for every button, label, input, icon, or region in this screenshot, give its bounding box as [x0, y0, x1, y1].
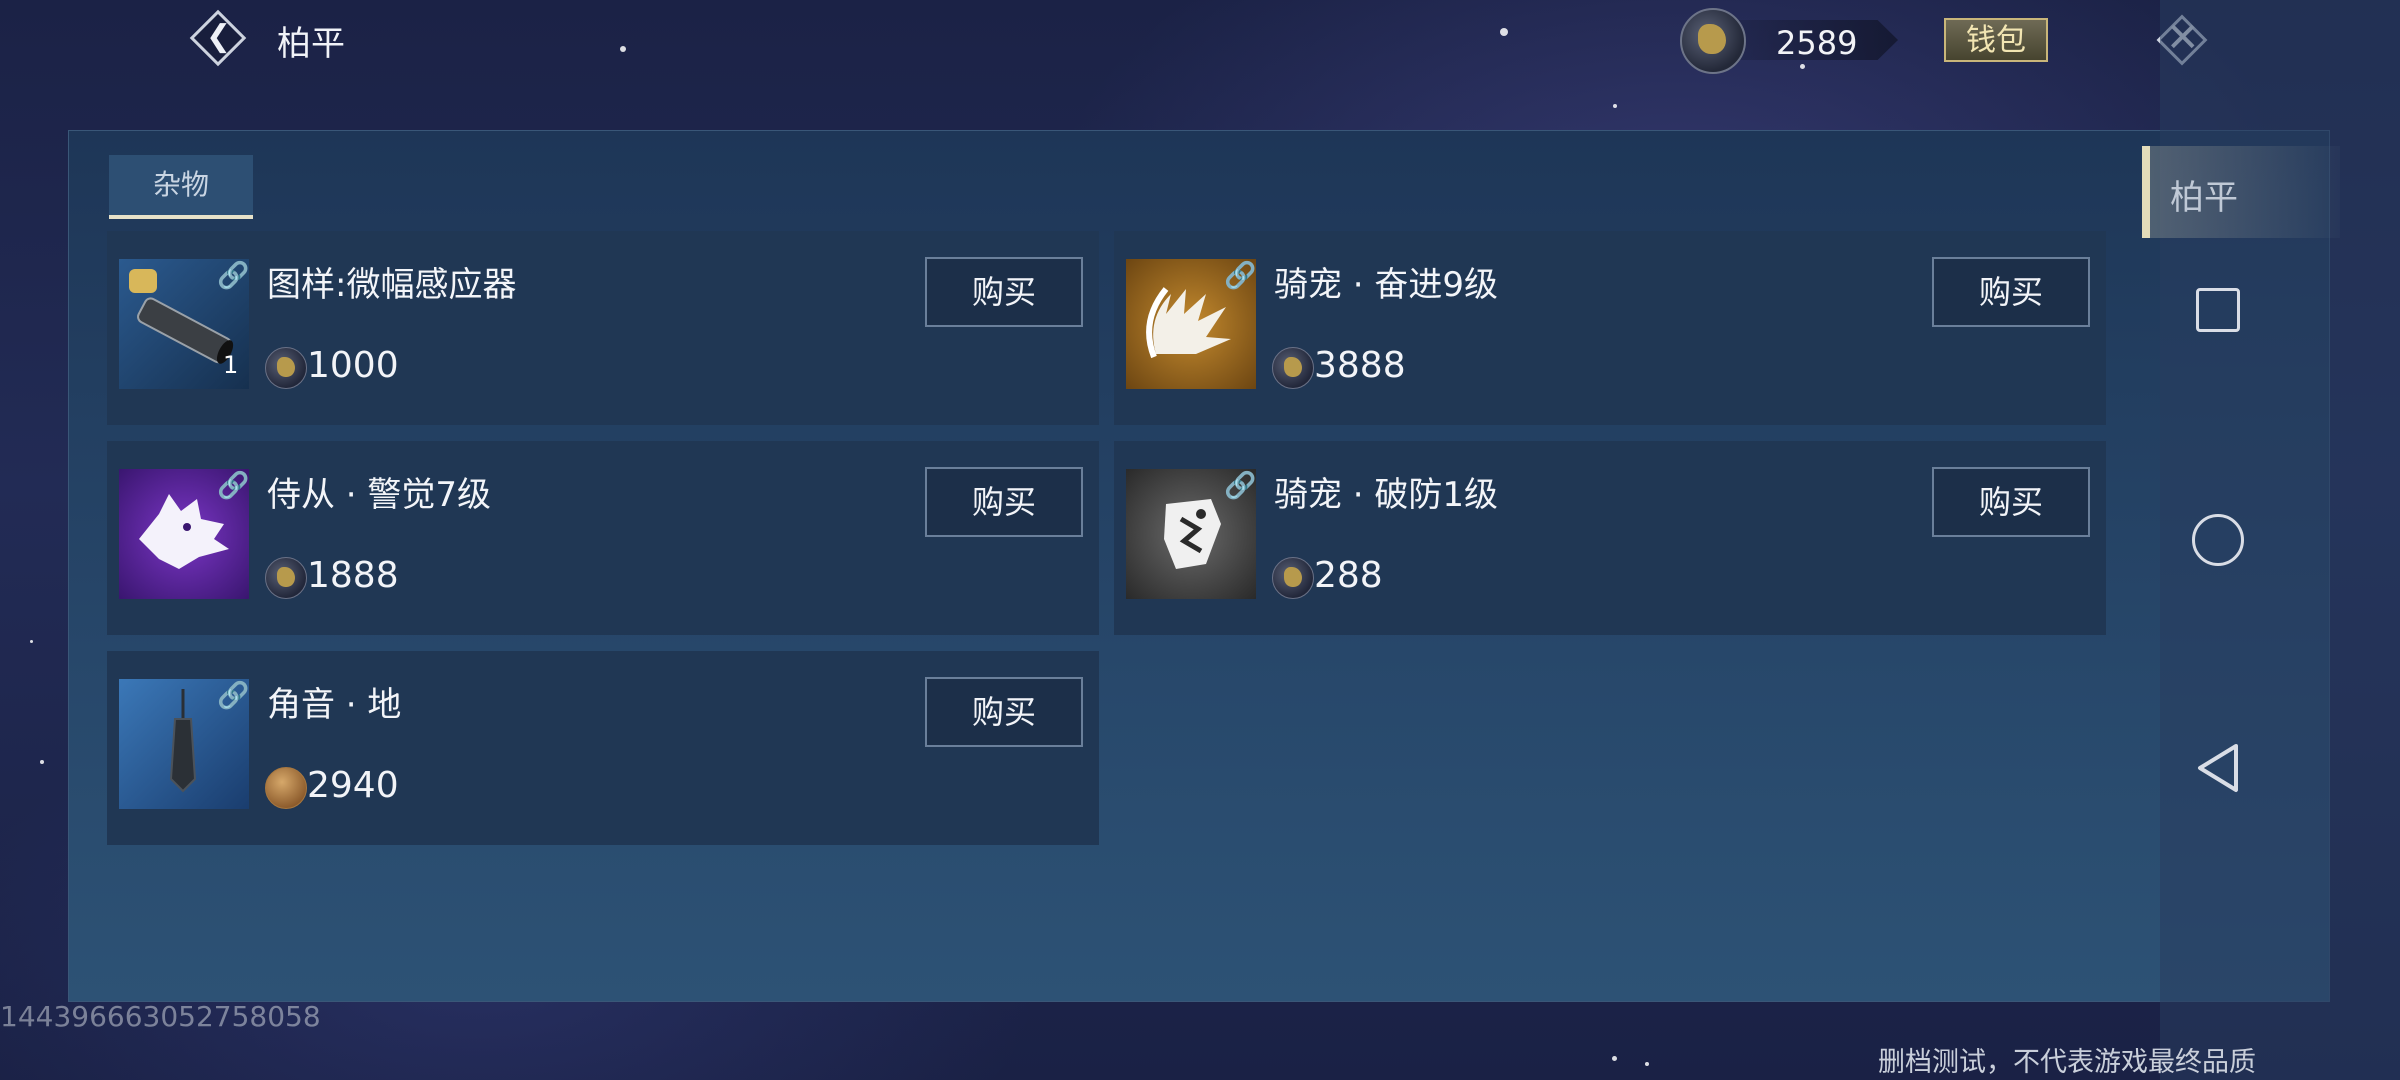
shop-item-card: 🔗 侍从 · 警觉7级 1888 购买 — [107, 441, 1099, 635]
recent-apps-button[interactable] — [2196, 288, 2240, 332]
item-price: 1888 — [307, 555, 399, 596]
shop-item-card: 🔗 骑宠 · 奋进9级 3888 购买 — [1114, 231, 2106, 425]
uid-watermark: 1443966630527​58058 — [0, 1000, 321, 1033]
sidebar-tab-label: 柏平 — [2170, 178, 2238, 218]
chevron-left-icon: ❮ — [206, 19, 232, 54]
dragon-coin-icon — [1680, 8, 1746, 74]
item-price: 1000 — [307, 345, 399, 386]
item-name: 图样:微幅感应器 — [267, 265, 517, 305]
link-icon: 🔗 — [217, 681, 250, 711]
back-button[interactable]: ❮ — [188, 8, 248, 68]
link-icon: 🔗 — [217, 471, 250, 501]
top-bar: ❮ 柏平 2589 钱包 ✕ — [0, 0, 2208, 78]
wallet-button[interactable]: 钱包 — [1944, 18, 2048, 62]
item-quantity: 1 — [223, 351, 239, 379]
shop-item-card: 🔗 角音 · 地 2940 购买 — [107, 651, 1099, 845]
currency-display: 2589 — [1680, 6, 1910, 74]
tab-misc[interactable]: 杂物 — [109, 155, 253, 219]
shop-panel: 杂物 🔗 1 图样:微幅感应器 1000 购买 🔗 骑宠 · 奋进9级 3888… — [68, 130, 2330, 1002]
shop-item-card: 🔗 1 图样:微幅感应器 1000 购买 — [107, 231, 1099, 425]
sidebar-tab-baiping[interactable]: 柏平 — [2142, 146, 2340, 238]
dragon-coin-icon — [265, 347, 307, 389]
item-name: 骑宠 · 破防1级 — [1274, 475, 1499, 515]
item-price: 2940 — [307, 765, 399, 806]
dragon-coin-icon — [265, 557, 307, 599]
buy-button[interactable]: 购买 — [925, 257, 1083, 327]
link-icon: 🔗 — [1224, 261, 1257, 291]
item-price: 288 — [1314, 555, 1383, 596]
item-name: 侍从 · 警觉7级 — [267, 475, 492, 515]
dragon-coin-icon — [1272, 347, 1314, 389]
nav-back-button[interactable] — [2192, 740, 2244, 796]
currency-amount: 2589 — [1776, 24, 1858, 62]
link-icon: 🔗 — [1224, 471, 1257, 501]
buy-button[interactable]: 购买 — [925, 467, 1083, 537]
page-title: 柏平 — [277, 24, 345, 64]
dragon-coin-icon — [1272, 557, 1314, 599]
item-name: 角音 · 地 — [267, 685, 402, 725]
buy-button[interactable]: 购买 — [1932, 467, 2090, 537]
shop-item-card: 🔗 骑宠 · 破防1级 288 购买 — [1114, 441, 2106, 635]
home-button[interactable] — [2192, 514, 2244, 566]
triangle-back-icon — [2198, 744, 2238, 792]
item-price: 3888 — [1314, 345, 1406, 386]
link-icon: 🔗 — [217, 261, 250, 291]
buy-button[interactable]: 购买 — [925, 677, 1083, 747]
item-name: 骑宠 · 奋进9级 — [1274, 265, 1499, 305]
bronze-coin-icon — [265, 767, 307, 809]
buy-button[interactable]: 购买 — [1932, 257, 2090, 327]
tab-misc-label: 杂物 — [152, 168, 209, 201]
test-disclaimer: 删档测试，不代表游戏最终品质 — [1878, 1047, 2256, 1078]
